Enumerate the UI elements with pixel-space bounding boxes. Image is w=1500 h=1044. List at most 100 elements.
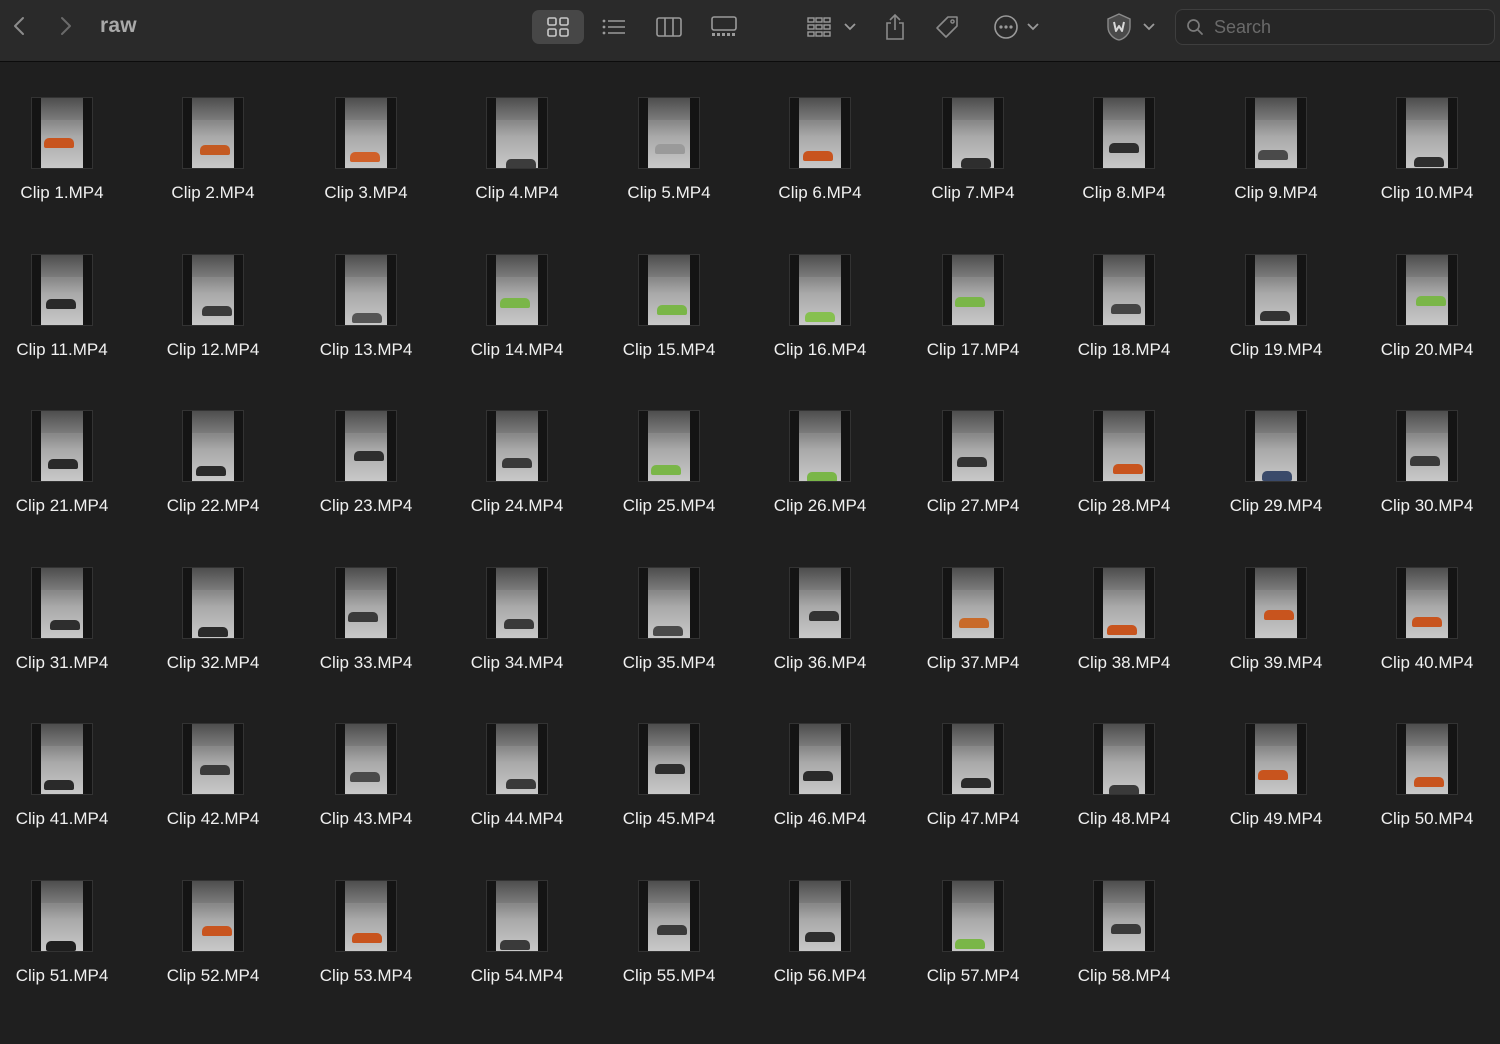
file-item[interactable]: Clip 34.MP4 <box>442 533 592 673</box>
file-item[interactable]: Clip 25.MP4 <box>594 376 744 516</box>
file-item[interactable]: Clip 51.MP4 <box>0 846 137 986</box>
file-item[interactable]: Clip 12.MP4 <box>138 220 288 360</box>
file-item[interactable]: Clip 41.MP4 <box>0 689 137 829</box>
file-item[interactable]: Clip 23.MP4 <box>291 376 441 516</box>
file-item[interactable]: Clip 42.MP4 <box>138 689 288 829</box>
file-item[interactable]: Clip 50.MP4 <box>1352 689 1500 829</box>
file-item[interactable]: Clip 58.MP4 <box>1049 846 1199 986</box>
video-thumbnail <box>335 723 397 795</box>
back-button[interactable] <box>5 10 33 42</box>
file-item[interactable]: Clip 36.MP4 <box>745 533 895 673</box>
file-item[interactable]: Clip 6.MP4 <box>745 63 895 203</box>
share-button[interactable] <box>882 10 908 44</box>
column-view-button[interactable] <box>643 10 695 44</box>
video-thumbnail <box>31 566 93 639</box>
file-item[interactable]: Clip 11.MP4 <box>0 220 137 360</box>
video-thumbnail <box>335 566 397 639</box>
file-item[interactable]: Clip 33.MP4 <box>291 533 441 673</box>
file-item[interactable]: Clip 4.MP4 <box>442 63 592 203</box>
video-thumbnail <box>1245 723 1307 795</box>
file-item[interactable]: Clip 15.MP4 <box>594 220 744 360</box>
file-item[interactable]: Clip 43.MP4 <box>291 689 441 829</box>
more-actions-button[interactable] <box>990 10 1042 44</box>
list-icon <box>602 19 625 35</box>
tag-icon <box>936 16 958 38</box>
video-thumbnail <box>789 253 851 326</box>
video-thumbnail <box>1396 723 1458 795</box>
file-item[interactable]: Clip 14.MP4 <box>442 220 592 360</box>
file-item[interactable]: Clip 39.MP4 <box>1201 533 1351 673</box>
video-thumbnail <box>486 410 548 482</box>
file-name-label: Clip 43.MP4 <box>319 809 413 828</box>
forward-button[interactable] <box>52 10 80 42</box>
chevron-left-icon <box>14 17 24 35</box>
file-item[interactable]: Clip 55.MP4 <box>594 846 744 986</box>
file-item[interactable]: Clip 49.MP4 <box>1201 689 1351 829</box>
file-item[interactable]: Clip 22.MP4 <box>138 376 288 516</box>
file-item[interactable]: Clip 18.MP4 <box>1049 220 1199 360</box>
list-view-button[interactable] <box>588 10 640 44</box>
file-item[interactable]: Clip 53.MP4 <box>291 846 441 986</box>
file-item[interactable]: Clip 38.MP4 <box>1049 533 1199 673</box>
file-name-label: Clip 46.MP4 <box>773 809 867 828</box>
file-item[interactable]: Clip 26.MP4 <box>745 376 895 516</box>
video-thumbnail <box>638 723 700 795</box>
file-item[interactable]: Clip 52.MP4 <box>138 846 288 986</box>
file-name-label: Clip 11.MP4 <box>16 339 108 359</box>
file-item[interactable]: Clip 57.MP4 <box>898 846 1048 986</box>
file-item[interactable]: Clip 5.MP4 <box>594 63 744 203</box>
file-item[interactable]: Clip 37.MP4 <box>898 533 1048 673</box>
file-item[interactable]: Clip 28.MP4 <box>1049 376 1199 516</box>
file-item[interactable]: Clip 48.MP4 <box>1049 689 1199 829</box>
file-item[interactable]: Clip 3.MP4 <box>291 63 441 203</box>
file-item[interactable]: Clip 10.MP4 <box>1352 63 1500 203</box>
file-item[interactable]: Clip 17.MP4 <box>898 220 1048 360</box>
file-name-label: Clip 56.MP4 <box>773 965 867 985</box>
file-item[interactable]: Clip 44.MP4 <box>442 689 592 829</box>
file-item[interactable]: Clip 13.MP4 <box>291 220 441 360</box>
file-item[interactable]: Clip 46.MP4 <box>745 689 895 829</box>
file-name-label: Clip 42.MP4 <box>166 809 260 828</box>
search-input[interactable] <box>1212 15 1476 39</box>
file-item[interactable]: Clip 35.MP4 <box>594 533 744 673</box>
file-item[interactable]: Clip 56.MP4 <box>745 846 895 986</box>
group-button[interactable] <box>805 10 857 44</box>
video-thumbnail <box>638 566 700 639</box>
file-name-label: Clip 19.MP4 <box>1229 339 1323 359</box>
file-item[interactable]: Clip 2.MP4 <box>138 63 288 203</box>
file-item[interactable]: Clip 20.MP4 <box>1352 220 1500 360</box>
file-item[interactable]: Clip 54.MP4 <box>442 846 592 986</box>
file-item[interactable]: Clip 40.MP4 <box>1352 533 1500 673</box>
file-name-label: Clip 30.MP4 <box>1380 496 1474 515</box>
video-thumbnail <box>942 566 1004 639</box>
file-item[interactable]: Clip 9.MP4 <box>1201 63 1351 203</box>
file-item[interactable]: Clip 21.MP4 <box>0 376 137 516</box>
file-item[interactable]: Clip 16.MP4 <box>745 220 895 360</box>
file-item[interactable]: Clip 32.MP4 <box>138 533 288 673</box>
file-item[interactable]: Clip 30.MP4 <box>1352 376 1500 516</box>
tag-button[interactable] <box>932 10 962 44</box>
file-item[interactable]: Clip 31.MP4 <box>0 533 137 673</box>
file-name-label: Clip 21.MP4 <box>15 496 109 515</box>
file-name-label: Clip 9.MP4 <box>1234 183 1318 202</box>
file-item[interactable]: Clip 19.MP4 <box>1201 220 1351 360</box>
file-item[interactable]: Clip 8.MP4 <box>1049 63 1199 203</box>
video-thumbnail <box>789 879 851 952</box>
file-item[interactable]: Clip 29.MP4 <box>1201 376 1351 516</box>
video-thumbnail <box>182 566 244 639</box>
file-item[interactable]: Clip 1.MP4 <box>0 63 137 203</box>
extension-button[interactable] <box>1100 10 1158 44</box>
file-item[interactable]: Clip 27.MP4 <box>898 376 1048 516</box>
search-field[interactable] <box>1175 9 1495 45</box>
icon-view-button[interactable] <box>532 10 584 44</box>
gallery-view-button[interactable] <box>698 10 750 44</box>
file-name-label: Clip 18.MP4 <box>1077 339 1171 359</box>
shield-extension-icon <box>1107 13 1131 41</box>
file-item[interactable]: Clip 7.MP4 <box>898 63 1048 203</box>
video-thumbnail <box>1093 253 1155 326</box>
file-item[interactable]: Clip 45.MP4 <box>594 689 744 829</box>
file-item[interactable]: Clip 47.MP4 <box>898 689 1048 829</box>
file-name-label: Clip 14.MP4 <box>470 339 564 359</box>
video-thumbnail <box>638 410 700 482</box>
file-item[interactable]: Clip 24.MP4 <box>442 376 592 516</box>
